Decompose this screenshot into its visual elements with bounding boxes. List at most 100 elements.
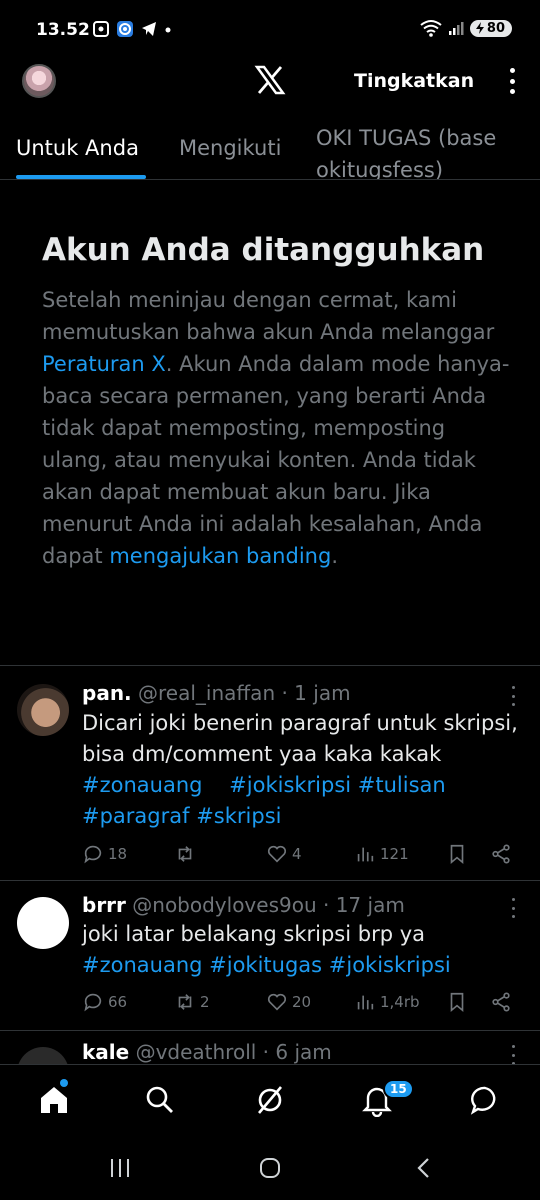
notice-text-2: . Akun Anda dalam mode hanya-baca secara…: [42, 352, 510, 568]
tweet-handle-time: @real_inaffan · 1 jam: [131, 681, 351, 705]
telegram-icon: [142, 22, 156, 36]
share-icon: [492, 844, 510, 864]
tab-list-line1: OKI TUGAS (base: [316, 126, 497, 150]
nav-home[interactable]: [37, 1083, 71, 1117]
reply-button[interactable]: 66: [82, 991, 127, 1013]
repost-count: 2: [200, 993, 210, 1011]
share-icon: [492, 992, 510, 1012]
tweet-avatar[interactable]: [17, 684, 69, 736]
tweet-actions: 18 4 121: [82, 843, 522, 869]
status-icons-right: 80: [420, 19, 512, 37]
home-button-icon[interactable]: [258, 1156, 282, 1180]
battery-level: 80: [486, 20, 505, 36]
app-notification-icon: [117, 21, 133, 37]
tab-for-you[interactable]: Untuk Anda: [16, 136, 139, 160]
views-icon: [357, 847, 374, 862]
tweet-author-name[interactable]: kale: [82, 1040, 129, 1064]
recent-apps-icon[interactable]: [108, 1156, 132, 1180]
reply-button[interactable]: 18: [82, 843, 127, 865]
tweet-card[interactable]: brrr @nobodyloves9ou · 17 jam joki latar…: [0, 881, 540, 1031]
notice-text-3: .: [331, 544, 338, 568]
reply-count: 66: [108, 993, 128, 1011]
tweet-more-icon[interactable]: [510, 1045, 516, 1065]
timeline-tabs: Untuk Anda Mengikuti OKI TUGAS (base oki…: [0, 118, 540, 180]
views-button[interactable]: 121: [354, 843, 409, 865]
tweet-hashtags[interactable]: #zonauang #jokiskripsi #tulisan: [82, 770, 532, 801]
tab-list-line2: okitugsfess): [316, 158, 444, 180]
status-bar: 13.52 80: [0, 0, 540, 56]
repost-button[interactable]: 2: [174, 991, 210, 1013]
tweet-header: kale @vdeathroll · 6 jam: [82, 1040, 332, 1064]
reply-count: 18: [108, 845, 128, 863]
heart-icon: [267, 845, 287, 863]
views-button[interactable]: 1,4rb: [354, 991, 420, 1013]
charging-icon: [475, 22, 484, 34]
home-unread-dot: [60, 1079, 68, 1087]
like-button[interactable]: 4: [266, 843, 302, 865]
tweet-text: joki latar belakang skripsi brp ya #zona…: [82, 919, 532, 981]
chat-bubble-icon: [470, 1086, 496, 1115]
bookmark-button[interactable]: [446, 991, 468, 1013]
system-navigation: [0, 1136, 540, 1200]
tweet-author-name[interactable]: pan.: [82, 681, 132, 705]
reply-icon: [84, 845, 102, 864]
more-notifications-dot-icon: [165, 27, 171, 33]
views-count: 121: [380, 845, 409, 863]
notice-body: Setelah meninjau dengan cermat, kami mem…: [42, 284, 512, 572]
status-icons-left: [92, 20, 172, 38]
appeal-link[interactable]: mengajukan banding: [109, 544, 331, 568]
tweet-avatar[interactable]: [17, 897, 69, 949]
reply-icon: [84, 993, 102, 1012]
wifi-icon: [420, 20, 442, 37]
like-count: 20: [292, 993, 312, 1011]
share-button[interactable]: [490, 991, 512, 1013]
account-suspended-notice: Akun Anda ditangguhkan Setelah meninjau …: [0, 180, 540, 666]
nav-grok[interactable]: [253, 1083, 287, 1117]
like-button[interactable]: 20: [266, 991, 311, 1013]
repost-button[interactable]: [174, 843, 200, 865]
tweet-actions: 66 2 20 1,4rb: [82, 991, 522, 1017]
search-icon: [146, 1086, 173, 1113]
battery-indicator: 80: [469, 19, 512, 37]
bookmark-button[interactable]: [446, 843, 468, 865]
nav-search[interactable]: [143, 1083, 177, 1117]
tweet-header: pan. @real_inaffan · 1 jam: [82, 681, 351, 705]
views-count: 1,4rb: [380, 993, 420, 1011]
nav-messages[interactable]: [468, 1083, 502, 1117]
back-icon[interactable]: [412, 1156, 436, 1180]
tweet-more-icon[interactable]: [510, 898, 516, 918]
notifications-badge: 15: [383, 1079, 414, 1099]
repost-icon: [178, 846, 192, 862]
tweet-hashtags[interactable]: #paragraf #skripsi: [82, 801, 532, 832]
active-tab-indicator: [16, 175, 146, 179]
x-logo-icon[interactable]: [254, 64, 286, 96]
profile-avatar[interactable]: [22, 64, 56, 98]
tweet-text-body: joki latar belakang skripsi brp ya: [82, 922, 426, 946]
rules-link[interactable]: Peraturan X: [42, 352, 166, 376]
like-count: 4: [292, 845, 302, 863]
tweet-header: brrr @nobodyloves9ou · 17 jam: [82, 893, 405, 917]
repost-icon: [178, 994, 192, 1010]
notice-text-1: Setelah meninjau dengan cermat, kami mem…: [42, 288, 495, 344]
tweet-hashtags[interactable]: #zonauang #jokitugas #jokiskripsi: [82, 950, 532, 981]
views-icon: [357, 995, 374, 1010]
tweet-handle-time: @nobodyloves9ou · 17 jam: [125, 893, 405, 917]
upgrade-button[interactable]: Tingkatkan: [354, 70, 474, 92]
signal-icon: [448, 22, 464, 35]
tweet-text: Dicari joki benerin paragraf untuk skrip…: [82, 708, 532, 832]
tab-following[interactable]: Mengikuti: [179, 136, 281, 160]
notice-title: Akun Anda ditangguhkan: [42, 232, 485, 268]
tweet-card[interactable]: pan. @real_inaffan · 1 jam Dicari joki b…: [0, 666, 540, 881]
status-time: 13.52: [36, 20, 90, 40]
tweet-author-name[interactable]: brrr: [82, 893, 126, 917]
bottom-navigation: 15: [0, 1064, 540, 1136]
share-button[interactable]: [490, 843, 512, 865]
tab-list-joki-tugas[interactable]: OKI TUGAS (base okitugsfess): [316, 122, 497, 180]
tweet-more-icon[interactable]: [510, 686, 516, 706]
more-options-icon[interactable]: [508, 68, 516, 94]
top-header: Tingkatkan: [0, 56, 540, 112]
grok-icon: [258, 1086, 282, 1114]
home-icon: [41, 1087, 67, 1113]
tweet-text-body: Dicari joki benerin paragraf untuk skrip…: [82, 711, 518, 766]
screenshot-icon: [93, 21, 109, 37]
